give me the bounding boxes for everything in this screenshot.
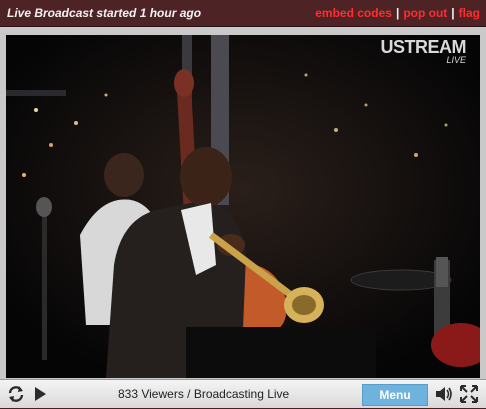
video-area[interactable]: USTREAM LIVE — [6, 35, 480, 378]
player-controls: 833 Viewers / Broadcasting Live Menu — [0, 379, 486, 408]
menu-button[interactable]: Menu — [362, 384, 428, 406]
link-separator: | — [451, 6, 455, 20]
ustream-logo: USTREAM LIVE — [381, 37, 467, 65]
pop-out-link[interactable]: pop out — [403, 6, 447, 20]
play-icon[interactable] — [30, 384, 50, 404]
header-links: embed codes | pop out | flag — [315, 6, 480, 20]
volume-icon[interactable] — [434, 384, 454, 404]
link-separator: | — [395, 6, 400, 20]
video-player: USTREAM LIVE 833 Viewers / Broadcasting … — [0, 27, 486, 408]
fullscreen-icon[interactable] — [459, 384, 479, 404]
flag-link[interactable]: flag — [459, 6, 480, 20]
refresh-icon[interactable] — [6, 384, 26, 404]
broadcast-header: Live Broadcast started 1 hour ago embed … — [0, 0, 486, 27]
video-frame-image — [6, 35, 480, 378]
viewer-count: 833 Viewers / Broadcasting Live — [118, 387, 290, 401]
embed-codes-link[interactable]: embed codes — [315, 6, 392, 20]
broadcast-status: Live Broadcast started 1 hour ago — [7, 6, 202, 20]
